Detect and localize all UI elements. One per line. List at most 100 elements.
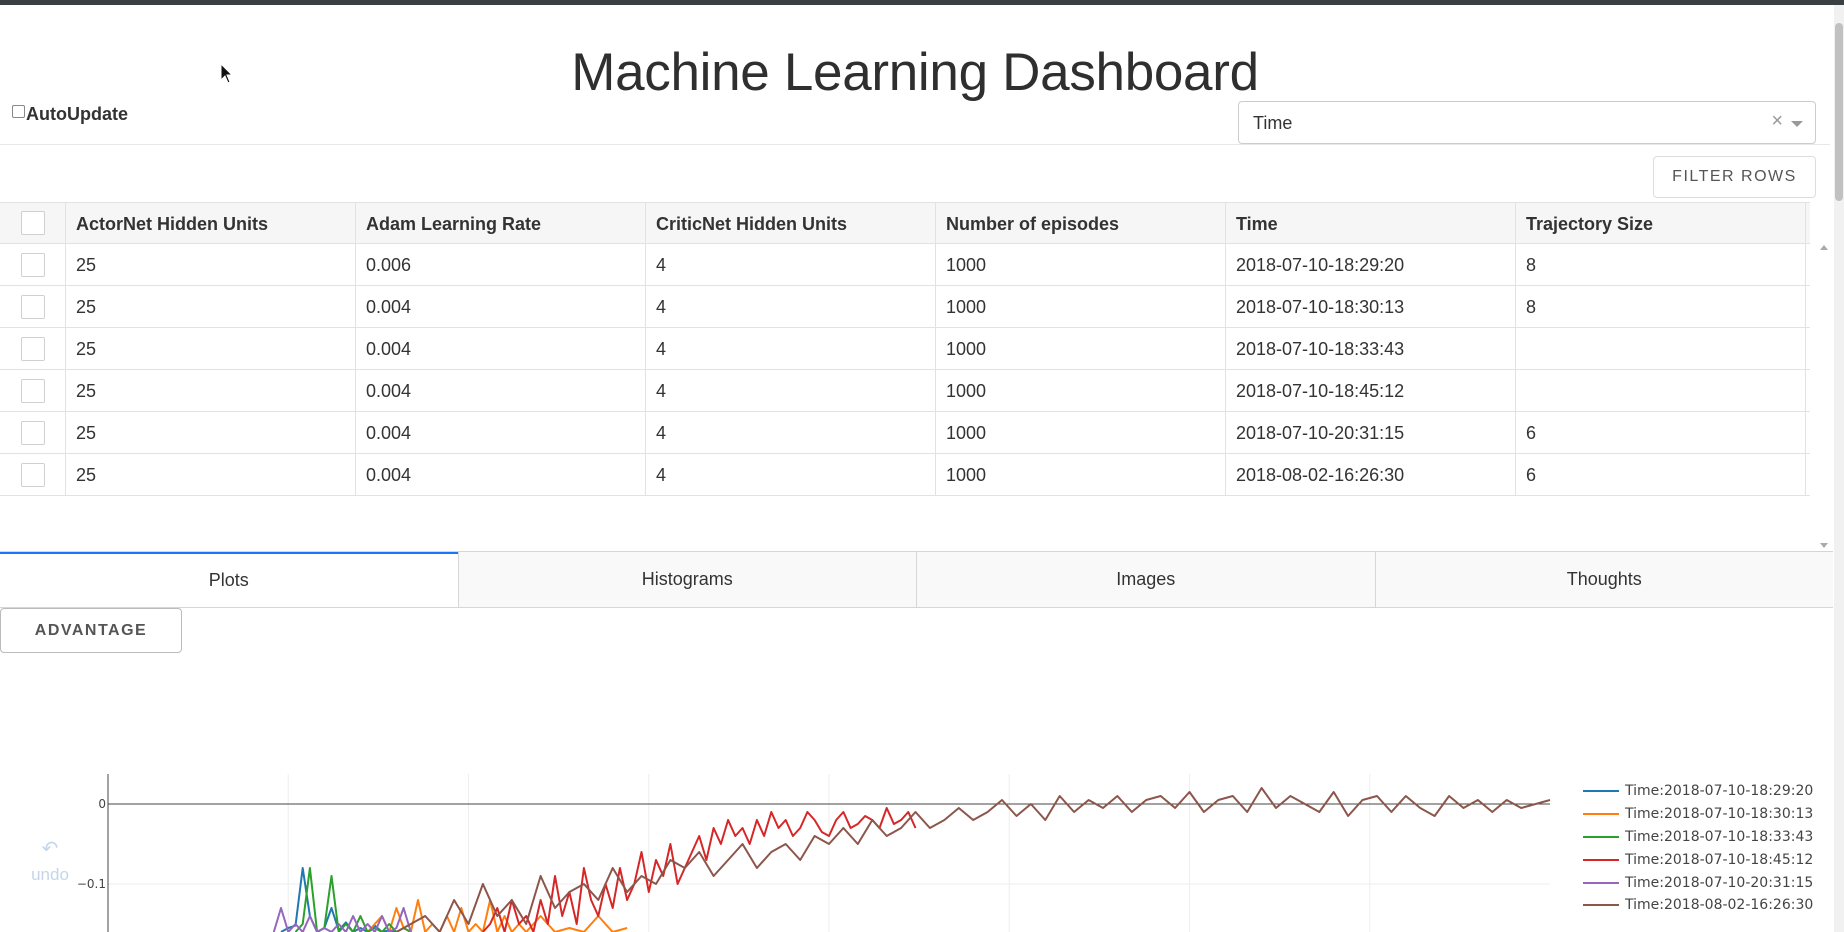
legend-item[interactable]: Time:2018-07-10-18:29:20: [1583, 780, 1813, 803]
legend-label: Time:2018-08-02-16:26:30: [1625, 897, 1814, 914]
table-row[interactable]: 25 0.006 4 1000 2018-07-10-18:29:20 8: [0, 244, 1810, 286]
row-select-cell: [0, 328, 66, 369]
row-select-cell: [0, 286, 66, 327]
row-select-cell: [0, 454, 66, 495]
legend-label: Time:2018-07-10-18:29:20: [1625, 783, 1814, 800]
table-row[interactable]: 25 0.004 4 1000 2018-07-10-18:33:43: [0, 328, 1810, 370]
advantage-metric-button[interactable]: ADVANTAGE: [0, 608, 182, 653]
table-cell: 4: [646, 370, 936, 411]
table-cell: 6: [1516, 454, 1806, 495]
y-tick-label: 0: [98, 797, 106, 811]
legend-item[interactable]: Time:2018-07-10-18:30:13: [1583, 803, 1813, 826]
table-cell: [1516, 328, 1806, 369]
table-cell: 0.004: [356, 454, 646, 495]
legend-swatch: [1583, 858, 1619, 861]
table-cell: 1000: [936, 370, 1226, 411]
row-checkbox[interactable]: [20, 462, 45, 487]
legend-item[interactable]: Time:2018-07-10-18:33:43: [1583, 826, 1813, 849]
tab-histograms[interactable]: Histograms: [457, 552, 916, 607]
chevron-down-icon[interactable]: [1791, 121, 1803, 127]
legend-label: Time:2018-07-10-18:45:12: [1625, 851, 1814, 868]
table-cell: 2018-07-10-20:31:15: [1226, 412, 1516, 453]
series-line: [482, 807, 917, 932]
table-cell: 25: [66, 412, 356, 453]
table-cell: 1000: [936, 244, 1226, 285]
table-scrollbar[interactable]: [1818, 243, 1830, 548]
legend-swatch: [1583, 790, 1619, 793]
legend-item[interactable]: Time:2018-07-10-18:45:12: [1583, 848, 1813, 871]
legend-swatch: [1583, 904, 1619, 907]
divider: [0, 144, 1830, 145]
clear-icon[interactable]: ×: [1771, 110, 1783, 133]
tab-images[interactable]: Images: [916, 552, 1375, 607]
scroll-up-icon[interactable]: [1820, 245, 1828, 250]
legend-swatch: [1583, 813, 1619, 816]
legend-item[interactable]: Time:2018-07-10-20:31:15: [1583, 871, 1813, 894]
scroll-down-icon[interactable]: [1820, 543, 1828, 548]
table-row[interactable]: 25 0.004 4 1000 2018-07-10-18:30:13 8: [0, 286, 1810, 328]
sort-by-value: Time: [1253, 113, 1293, 133]
column-header[interactable]: Time: [1226, 203, 1516, 243]
row-checkbox[interactable]: [20, 420, 45, 445]
table-cell: 6: [1516, 412, 1806, 453]
row-select-cell: [0, 412, 66, 453]
window-top-bar: [0, 0, 1844, 5]
table-cell: 2018-07-10-18:33:43: [1226, 328, 1516, 369]
table-row[interactable]: 25 0.004 4 1000 2018-07-10-18:45:12: [0, 370, 1810, 412]
table-cell: 0.004: [356, 412, 646, 453]
table-cell: 4: [646, 244, 936, 285]
table-cell: 25: [66, 454, 356, 495]
table-cell: 4: [646, 412, 936, 453]
legend-swatch: [1583, 881, 1619, 884]
tab-plots[interactable]: Plots: [0, 552, 458, 607]
filter-rows-button[interactable]: FILTER ROWS: [1653, 156, 1816, 198]
column-header[interactable]: CriticNet Hidden Units: [646, 203, 936, 243]
table-row[interactable]: 25 0.004 4 1000 2018-07-10-20:31:15 6: [0, 412, 1810, 454]
legend-swatch: [1583, 835, 1619, 838]
row-checkbox[interactable]: [20, 336, 45, 361]
table-cell: 2018-07-10-18:30:13: [1226, 286, 1516, 327]
legend-label: Time:2018-07-10-18:33:43: [1625, 828, 1814, 845]
table-cell: 1000: [936, 286, 1226, 327]
row-checkbox[interactable]: [20, 252, 45, 277]
row-checkbox[interactable]: [20, 378, 45, 403]
chart-legend: Time:2018-07-10-18:29:20 Time:2018-07-10-…: [1583, 780, 1813, 917]
column-header[interactable]: ActorNet Hidden Units: [66, 203, 356, 243]
table-cell: 2018-07-10-18:45:12: [1226, 370, 1516, 411]
page-scrollbar[interactable]: [1834, 5, 1844, 932]
table-cell: 4: [646, 454, 936, 495]
series-line: [395, 787, 1551, 932]
table-cell: 1000: [936, 454, 1226, 495]
legend-label: Time:2018-07-10-20:31:15: [1625, 874, 1814, 891]
table-cell: 0.004: [356, 328, 646, 369]
experiments-table: ActorNet Hidden Units Adam Learning Rate…: [0, 202, 1810, 496]
table-cell: 2018-08-02-16:26:30: [1226, 454, 1516, 495]
table-cell: 4: [646, 286, 936, 327]
row-select-cell: [0, 244, 66, 285]
view-tabs: Plots Histograms Images Thoughts: [0, 551, 1833, 608]
table-cell: 4: [646, 328, 936, 369]
column-header[interactable]: Adam Learning Rate: [356, 203, 646, 243]
table-cell: 8: [1516, 286, 1806, 327]
column-header[interactable]: Trajectory Size: [1516, 203, 1806, 243]
table-cell: 1000: [936, 328, 1226, 369]
column-header[interactable]: Number of episodes: [936, 203, 1226, 243]
table-cell: 8: [1516, 244, 1806, 285]
sort-by-select[interactable]: Time ×: [1238, 101, 1816, 144]
autoupdate-toggle[interactable]: AutoUpdate: [12, 104, 128, 125]
table-cell: 25: [66, 328, 356, 369]
legend-item[interactable]: Time:2018-08-02-16:26:30: [1583, 894, 1813, 917]
table-row[interactable]: 25 0.004 4 1000 2018-08-02-16:26:30 6: [0, 454, 1810, 496]
table-header-row: ActorNet Hidden Units Adam Learning Rate…: [0, 202, 1810, 244]
autoupdate-checkbox[interactable]: [12, 105, 25, 118]
table-cell: 25: [66, 286, 356, 327]
mouse-cursor-icon: [220, 63, 234, 84]
select-all-checkbox[interactable]: [20, 211, 45, 235]
tab-thoughts[interactable]: Thoughts: [1374, 552, 1833, 607]
page-scrollbar-thumb[interactable]: [1835, 23, 1843, 201]
table-cell: 0.004: [356, 370, 646, 411]
y-tick-label: −0.1: [77, 877, 106, 891]
row-checkbox[interactable]: [20, 294, 45, 319]
table-cell: [1516, 370, 1806, 411]
autoupdate-label: AutoUpdate: [26, 104, 128, 124]
